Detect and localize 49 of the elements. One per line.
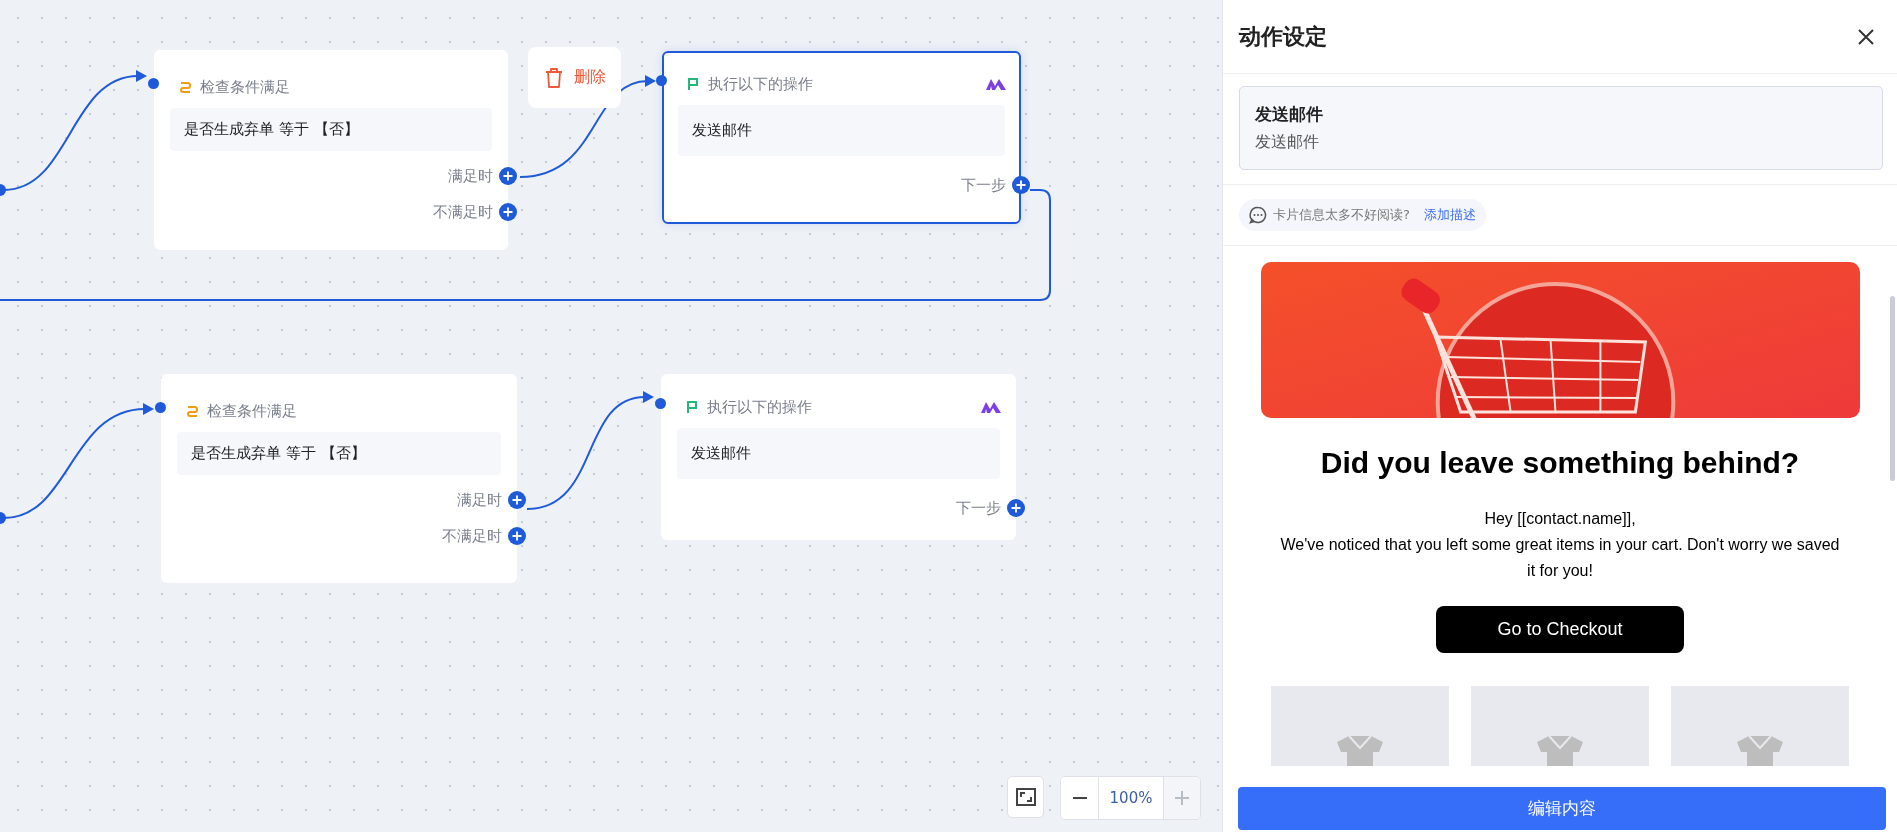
add-description-link[interactable]: 添加描述 (1423, 206, 1476, 224)
next-step-label: 下一步 (961, 175, 1006, 195)
add-icon[interactable] (499, 203, 517, 221)
logo-icon (985, 77, 1007, 91)
port-dot[interactable] (655, 398, 666, 409)
condition-text: 是否生成弃单 等于 【否】 (177, 432, 501, 475)
add-icon[interactable] (1012, 176, 1030, 194)
action-text: 发送邮件 (678, 105, 1005, 156)
branch-label: 满足时 (448, 166, 493, 186)
hint-text: 卡片信息太多不好阅读? (1273, 206, 1410, 224)
action-text: 发送邮件 (677, 428, 1000, 479)
node-title: 执行以下的操作 (708, 74, 814, 94)
branch-icon (185, 404, 199, 418)
branch-icon (178, 80, 192, 94)
branch-label: 不满足时 (433, 202, 493, 222)
checkout-button[interactable]: Go to Checkout (1436, 606, 1684, 653)
email-heading: Did you leave something behind? (1320, 446, 1800, 480)
next-step-label: 下一步 (956, 498, 1001, 518)
card-subtitle: 发送邮件 (1255, 132, 1320, 153)
branch-label: 不满足时 (442, 526, 502, 546)
node-title: 检查条件满足 (200, 77, 291, 97)
close-icon[interactable] (1857, 27, 1875, 46)
add-icon[interactable] (499, 167, 517, 185)
logo-icon (980, 400, 1002, 414)
flag-icon (686, 77, 700, 91)
email-greeting: Hey [[contact.name]], (1484, 509, 1636, 529)
email-body: We've noticed that you left some great items in your cart. Don't worry we saved it for you! (1280, 535, 1840, 581)
condition-text: 是否生成弃单 等于 【否】 (170, 108, 492, 151)
add-icon[interactable] (1007, 499, 1025, 517)
fit-view-button[interactable] (1007, 776, 1044, 818)
port-dot[interactable] (656, 75, 667, 86)
port-dot[interactable] (148, 78, 159, 89)
card-title: 发送邮件 (1255, 103, 1324, 126)
delete-button[interactable]: 删除 (528, 47, 621, 108)
port-dot[interactable] (155, 402, 166, 413)
flag-icon (685, 400, 699, 414)
add-icon[interactable] (508, 491, 526, 509)
trash-icon (543, 66, 564, 89)
edit-content-button[interactable]: 编辑内容 (1238, 787, 1886, 830)
node-title: 执行以下的操作 (707, 397, 813, 417)
scrollbar[interactable] (1890, 296, 1895, 481)
branch-label: 满足时 (457, 490, 502, 510)
node-title: 检查条件满足 (207, 401, 298, 421)
fit-view-icon (1015, 788, 1036, 806)
comment-icon (1249, 206, 1267, 224)
panel-title: 动作设定 (1239, 22, 1327, 51)
plus-icon (1174, 790, 1190, 806)
minus-icon (1071, 797, 1088, 799)
add-icon[interactable] (508, 527, 526, 545)
